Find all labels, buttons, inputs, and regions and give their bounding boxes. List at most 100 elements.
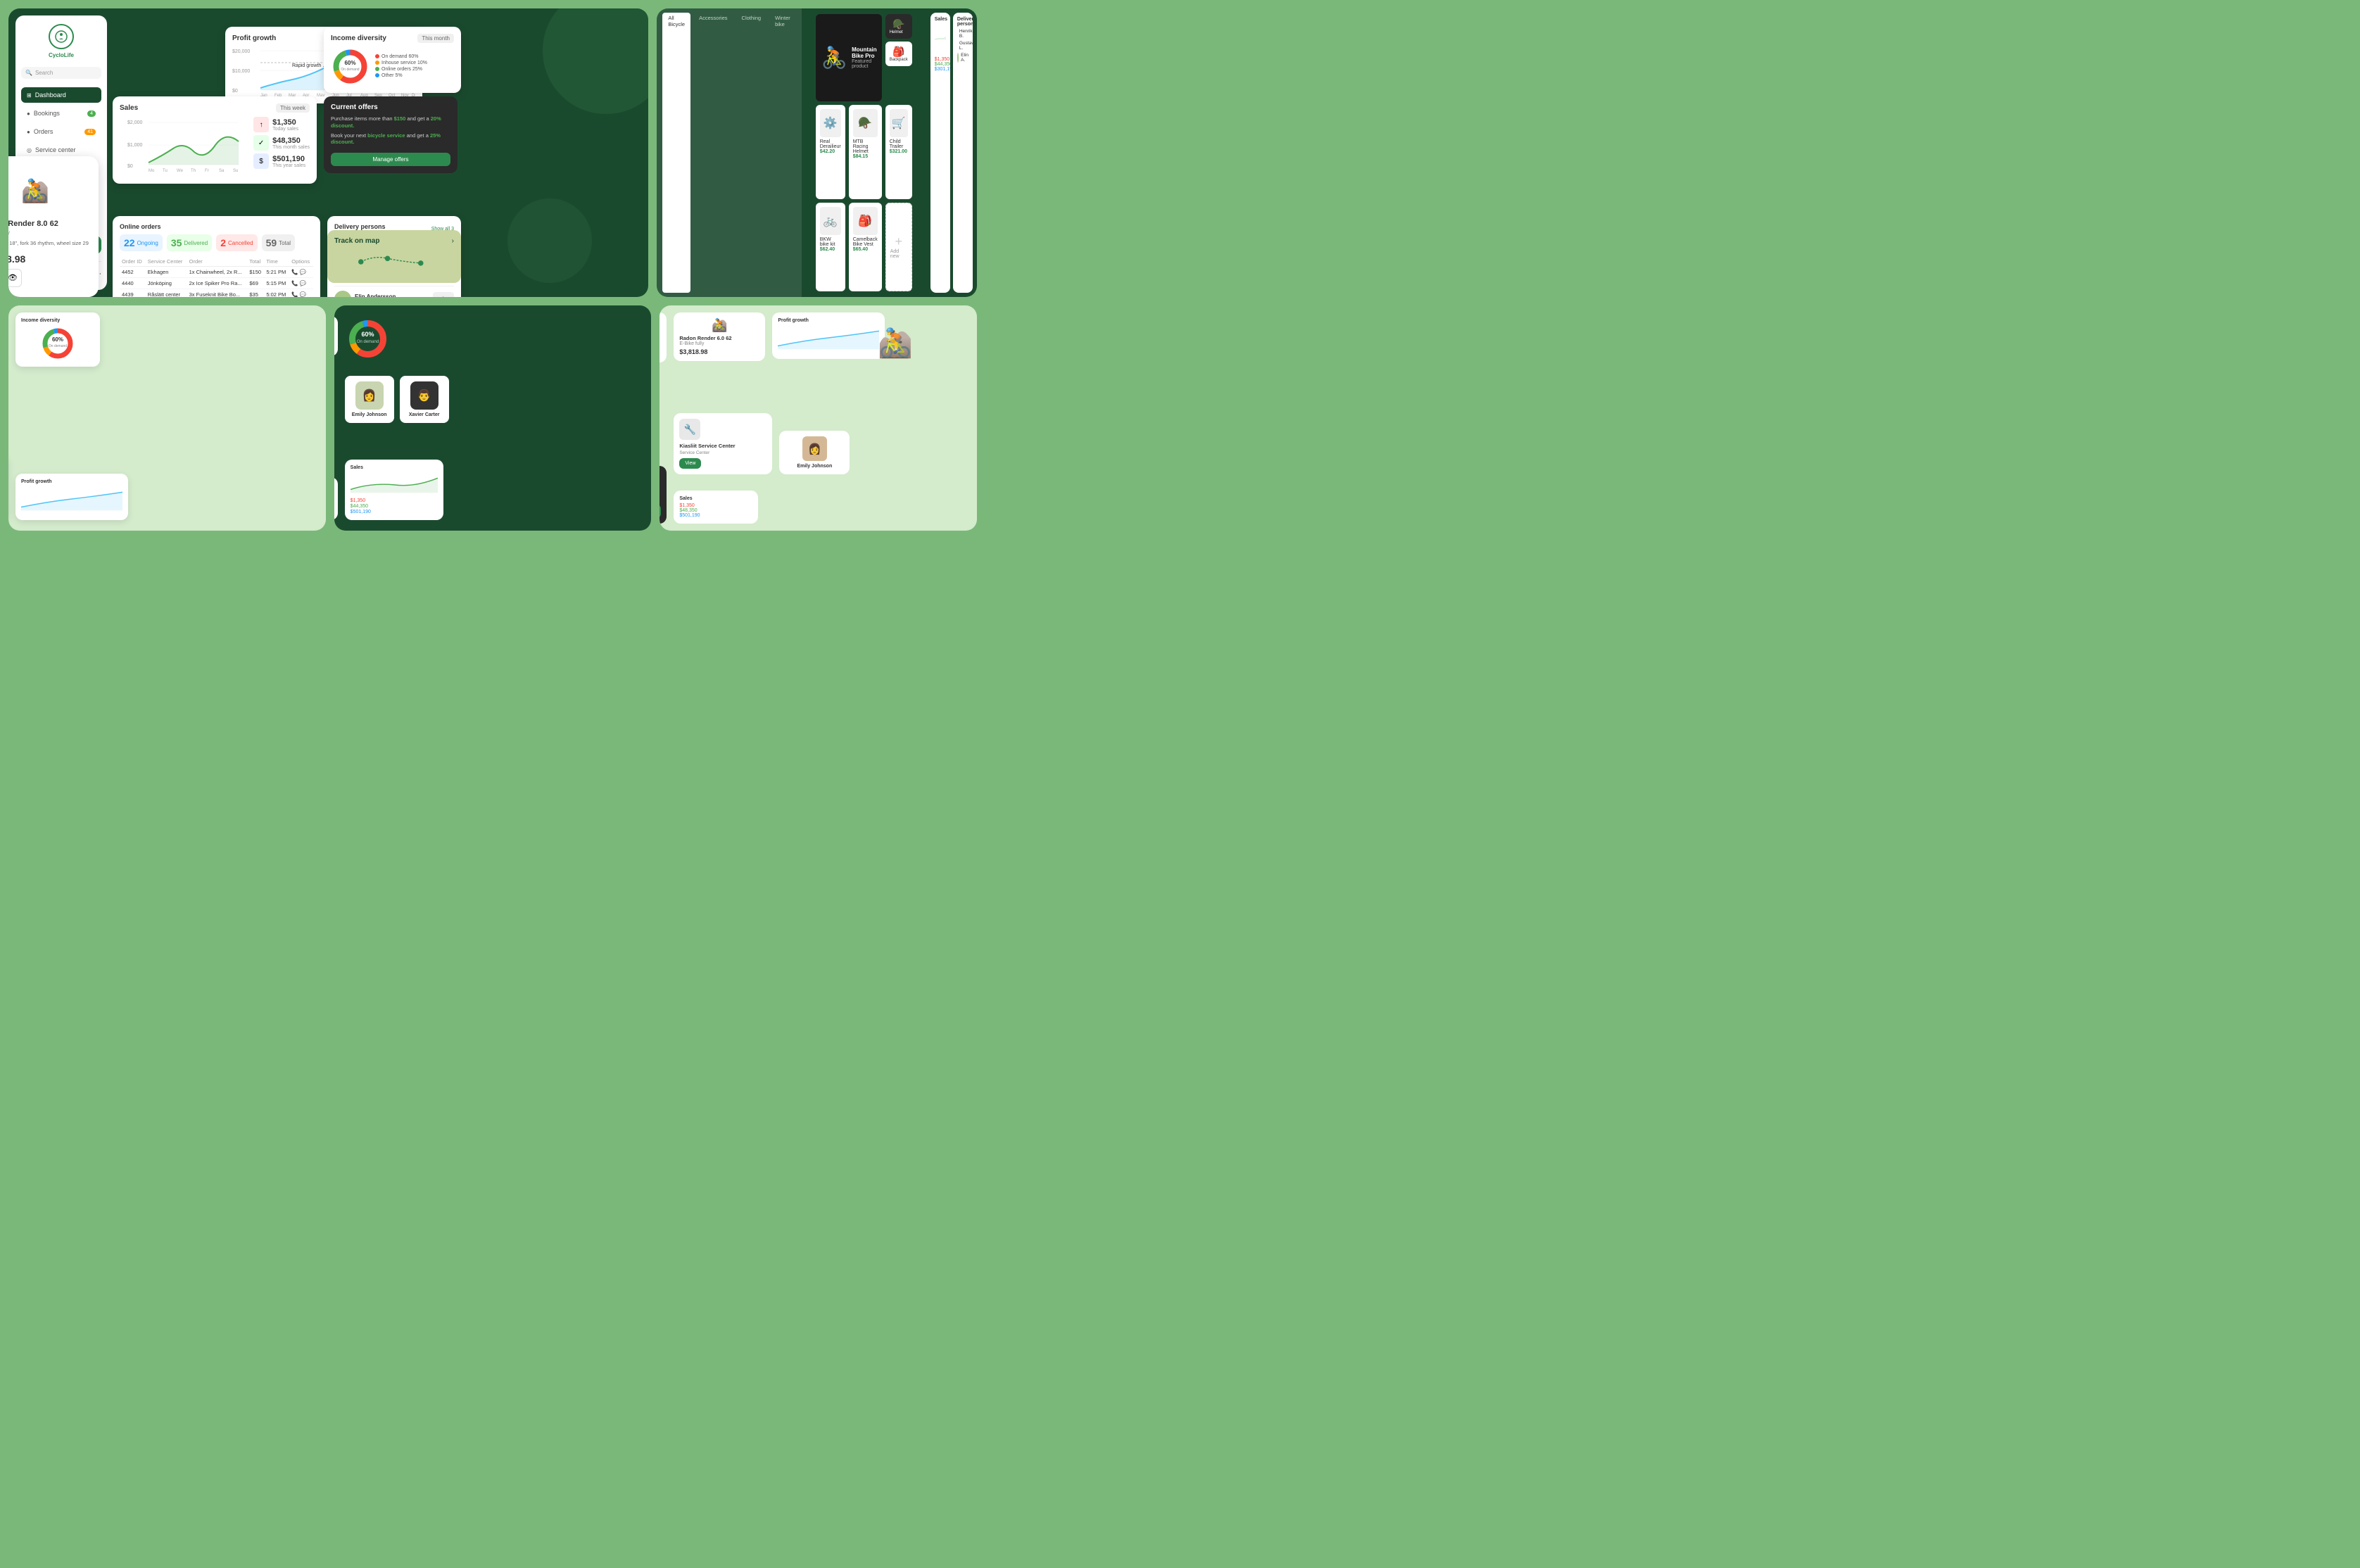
- br-bike-float-img: 🚵: [878, 327, 913, 360]
- orders-icon: ●: [27, 129, 30, 135]
- bm-bike-card: 🚵 Radon Render 8.0 62 E-Bike fully: [334, 316, 338, 356]
- br-emily-name: Emily Johnson: [785, 464, 844, 469]
- manage-offers-button[interactable]: Manage offers: [331, 153, 450, 166]
- service-icon: ◎: [27, 147, 32, 153]
- bm-sales-year: $501,190: [351, 510, 438, 514]
- derailleur-img: ⚙️: [820, 109, 841, 137]
- trailer-price: $321.00: [890, 149, 908, 154]
- delivery-title: Delivery persons: [334, 223, 386, 230]
- bl-profit-title: Profit growth: [21, 479, 122, 484]
- cancelled-box: 2 Cancelled: [216, 234, 257, 251]
- svg-text:Th: Th: [191, 169, 196, 173]
- income-diversity-card: Income diversity This month: [324, 27, 461, 93]
- bottom-row: Income diversity 60% On demand: [8, 305, 977, 531]
- main-bike-info: Mountain Bike Pro Featured product: [852, 46, 877, 69]
- trailer-name: Child Trailer: [890, 139, 908, 149]
- sales-header: Sales This week: [120, 103, 310, 113]
- logo-circle: [49, 24, 74, 49]
- br-bike-price: $3,818.98: [679, 348, 759, 355]
- search-bar[interactable]: 🔍 Search: [21, 67, 101, 79]
- sidebar-item-orders[interactable]: ● Orders 41: [21, 124, 101, 139]
- svg-text:Fr: Fr: [205, 169, 209, 173]
- top-row: CycloLife 🔍 Search ⊞ Dashboard ● Booking…: [8, 8, 977, 297]
- br-bike-img: 🚵: [679, 318, 759, 333]
- bl-inner: Income diversity 60% On demand: [8, 305, 23, 531]
- bm-person-xavier: 👨 Xavier Carter: [400, 376, 449, 423]
- tab-all-bicycle[interactable]: All Bicycle: [662, 13, 690, 293]
- bike-name: Radon Render 8.0 62: [8, 220, 89, 228]
- product-bkw[interactable]: 🚲 BKW bike kit $62.40: [816, 203, 845, 291]
- br-emily-photo: 👩: [802, 436, 827, 461]
- tab-accessories[interactable]: Accessories: [693, 13, 733, 293]
- profit-chart-title: Profit growth: [232, 34, 276, 42]
- table-row: 4452Ekhagen1x Chainwheel, 2x R...$1505:2…: [120, 267, 313, 278]
- bag-label: Backpack: [890, 58, 908, 62]
- br-inner: 🚵 Radon Render 6.0 62 E-Bike fully $3,81…: [660, 305, 674, 531]
- products-grid: 🚴 Mountain Bike Pro Featured product 🪖 H…: [810, 8, 918, 297]
- nav-tabs: All Bicycle Accessories Clothing Winter …: [657, 8, 801, 297]
- year-value: $501,190: [272, 155, 305, 163]
- table-row: 4440Jönköping2x Ice Spiker Pro Ra...$695…: [120, 278, 313, 289]
- sidebar-item-label: Bookings: [34, 110, 60, 117]
- br-manage-btn[interactable]: Manage offers: [660, 505, 661, 518]
- sidebar-item-label: Dashboard: [35, 91, 66, 99]
- br-offers-card: Current offers Purchase items more than …: [660, 466, 667, 524]
- camelback-img: 🎒: [853, 207, 878, 235]
- month-icon: ✓: [253, 135, 269, 151]
- br-profit-title: Profit growth: [778, 318, 879, 323]
- bookings-badge: 4: [87, 110, 96, 117]
- bike-spec: Frame size 18", fork 36 rhythm, wheel si…: [8, 240, 89, 248]
- product-camelback[interactable]: 🎒 Camelback Bike Vest $65.40: [849, 203, 882, 291]
- sidebar-item-service-center[interactable]: ◎ Service center: [21, 142, 101, 158]
- sales-chart: $2,000 $1,000 $0 Mo Tu: [120, 117, 248, 177]
- orders-title: Online orders: [120, 223, 313, 230]
- track-on-map-card[interactable]: Track on map ›: [327, 230, 461, 283]
- service-name: Kiasliit Service Center: [679, 443, 766, 449]
- service-btn[interactable]: View: [679, 458, 701, 469]
- product-real-derailleur[interactable]: ⚙️ Real Derailieur $42.20: [816, 105, 845, 198]
- tab-winter-bike[interactable]: Winter bike: [769, 13, 796, 293]
- br-offers-title: Current offers: [660, 472, 661, 478]
- mini-avatar-3: [957, 53, 959, 63]
- product-mtb-helmet[interactable]: 🪖 MTB Racing Helmet $84.15: [849, 105, 882, 198]
- sidebar-item-bookings[interactable]: ● Bookings 4: [21, 106, 101, 121]
- svg-text:Mo: Mo: [149, 169, 155, 173]
- svg-text:We: We: [177, 169, 184, 173]
- bl-profit-chart: Profit growth: [15, 474, 128, 520]
- add-product-card[interactable]: + Add new: [885, 203, 912, 291]
- col-order-id: Order ID: [120, 257, 146, 267]
- search-placeholder: Search: [35, 70, 53, 76]
- tab-clothing[interactable]: Clothing: [736, 13, 767, 293]
- svg-text:On demand: On demand: [356, 340, 378, 344]
- logo: CycloLife: [21, 24, 101, 58]
- offers-text2: Book your next bicycle service and get a…: [331, 132, 450, 146]
- donut-chart: 60% On demand: [331, 47, 370, 86]
- bike-product-card: 🚵 Radon Render 8.0 62 E-Bike fully Frame…: [8, 156, 99, 297]
- svg-text:$2,000: $2,000: [127, 120, 143, 125]
- main-dashboard: CycloLife 🔍 Search ⊞ Dashboard ● Booking…: [8, 8, 648, 297]
- bike-view-button[interactable]: 👁: [8, 269, 22, 287]
- side-product-light[interactable]: 🎒 Backpack: [885, 42, 912, 66]
- sales-filter[interactable]: This week: [276, 103, 310, 113]
- product-child-trailer[interactable]: 🛒 Child Trailer $321.00: [885, 105, 912, 198]
- year-icon: $: [253, 153, 269, 169]
- sidebar-item-dashboard[interactable]: ⊞ Dashboard: [21, 87, 101, 103]
- main-bike-card[interactable]: 🚴 Mountain Bike Pro Featured product: [816, 14, 882, 101]
- income-filter[interactable]: This month: [417, 34, 454, 43]
- mini-dashboard-1: Sales $1,350 $44,350 $301,190: [930, 13, 950, 293]
- main-bike-image: 🚴: [821, 46, 847, 70]
- derailleur-name: Real Derailieur: [820, 139, 841, 149]
- page-wrapper: CycloLife 🔍 Search ⊞ Dashboard ● Booking…: [0, 0, 985, 655]
- side-product-dark[interactable]: 🪖 Helmet: [885, 14, 912, 39]
- search-icon: 🔍: [25, 70, 32, 76]
- bm-donut-area: 60% On demand: [345, 316, 391, 365]
- helmet-name: MTB Racing Helmet: [853, 139, 878, 154]
- col-service-center: Service Center: [146, 257, 187, 267]
- today-sales-row: ↑ $1,350 Today sales: [253, 117, 310, 132]
- br-emily-card: 👩 Emily Johnson: [779, 431, 850, 474]
- br-bike-card: 🚵 Radon Render 6.0 62 E-Bike fully $3,81…: [674, 312, 765, 361]
- income-header: Income diversity This month: [331, 34, 454, 43]
- svg-text:60%: 60%: [344, 60, 355, 66]
- track-arrow-icon: ›: [452, 237, 454, 245]
- delivery-person-3: Elin Andersson 3 Pending | 9 Delivered 🛵: [334, 291, 454, 297]
